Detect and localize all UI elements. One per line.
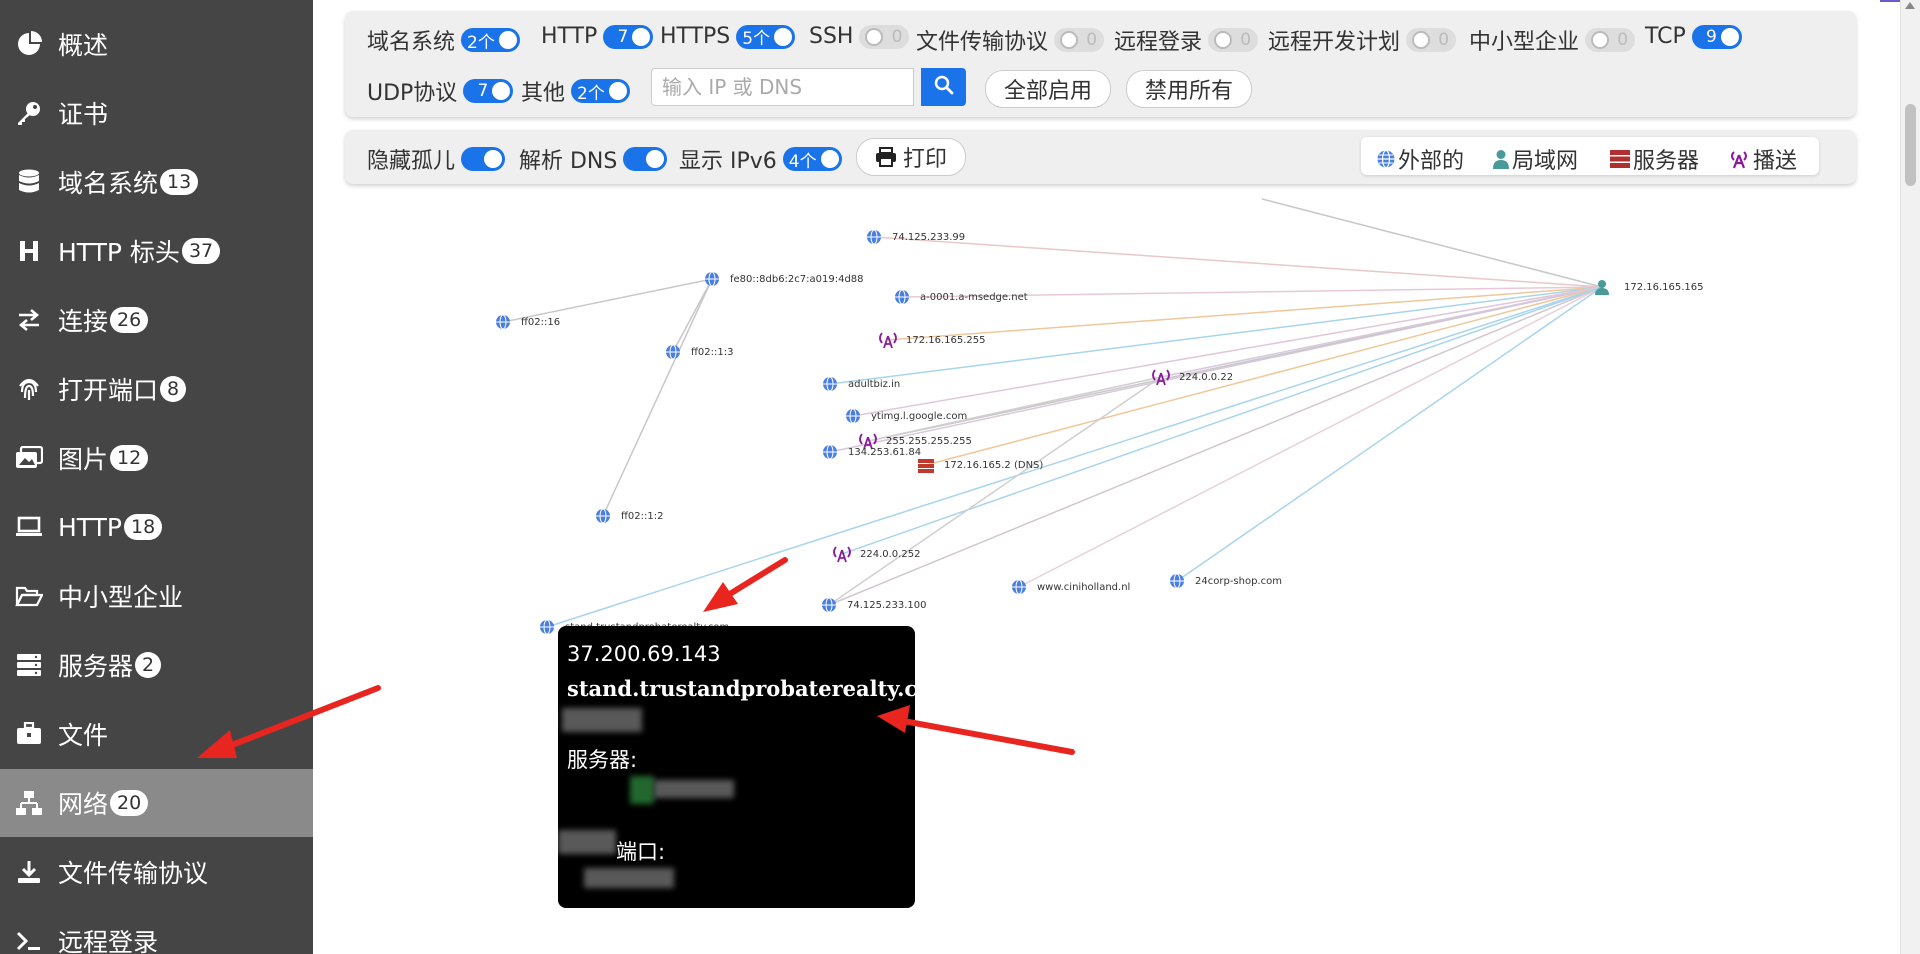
redacted-block (558, 830, 616, 854)
graph-node[interactable]: fe80::8db6:2c7:a019:4d88 (705, 271, 864, 287)
graph-edge (925, 286, 1603, 466)
globe-icon (895, 289, 909, 305)
server-icon (918, 459, 934, 473)
globe-icon (1170, 573, 1184, 589)
graph-edge (867, 376, 1162, 442)
node-label: 74.125.233.99 (892, 232, 965, 243)
redacted-block (630, 776, 654, 804)
node-label: a-0001.a-msedge.net (920, 292, 1028, 303)
tooltip-port-label: 端口: (616, 840, 666, 864)
graph-edge (1018, 286, 1603, 588)
globe-icon (705, 271, 719, 287)
node-label: 172.16.165.2 (DNS) (944, 460, 1043, 471)
graph-edge (873, 236, 1603, 288)
scroll-thumb[interactable] (1905, 104, 1916, 186)
graph-node[interactable]: 134.253.61.84 (823, 444, 921, 460)
broadcast-icon (879, 332, 897, 349)
node-label: ff02::16 (521, 317, 560, 328)
node-label: ff02::1:3 (691, 347, 733, 358)
globe-icon (846, 408, 860, 424)
graph-edge (602, 278, 713, 517)
graph-node[interactable]: ff02::16 (496, 314, 560, 330)
tooltip-server-label: 服务器: (567, 748, 638, 772)
graph-node[interactable]: ff02::1:2 (596, 508, 663, 524)
graph-edge (546, 286, 1603, 628)
node-label: 255.255.255.255 (886, 436, 972, 447)
node-label: 172.16.165.165 (1624, 282, 1704, 293)
graph-node[interactable]: ytimg.l.google.com (846, 408, 967, 424)
node-label: 74.125.233.100 (847, 600, 927, 611)
redacted-block (584, 868, 674, 888)
node-label: 172.16.165.255 (906, 335, 986, 346)
node-label: fe80::8db6:2c7:a019:4d88 (730, 274, 864, 285)
globe-icon (540, 619, 554, 635)
scrollbar[interactable] (1900, 0, 1920, 954)
globe-icon (823, 376, 837, 392)
graph-edge (502, 278, 713, 323)
graph-node[interactable]: 172.16.165.2 (DNS) (918, 459, 1043, 473)
globe-icon (822, 597, 836, 613)
graph-node[interactable]: 224.0.0.22 (1152, 369, 1233, 386)
tooltip-host: stand.trustandprobaterealty.com (567, 676, 915, 701)
node-label: adultbiz.in (848, 379, 900, 390)
graph-node[interactable]: ff02::1:3 (666, 344, 733, 360)
node-label: 224.0.0.22 (1179, 372, 1233, 383)
graph-node[interactable]: 224.0.0.252 (833, 546, 920, 563)
globe-icon (596, 508, 610, 524)
node-label: www.ciniholland.nl (1037, 582, 1130, 593)
globe-icon (1012, 579, 1026, 595)
redacted-block (654, 780, 734, 798)
node-label: 24corp-shop.com (1195, 576, 1282, 587)
node-label: 224.0.0.252 (860, 549, 920, 560)
graph-node[interactable]: 24corp-shop.com (1170, 573, 1282, 589)
scroll-up-arrow[interactable] (1905, 2, 1915, 9)
node-label: 134.253.61.84 (848, 447, 921, 458)
graph-node[interactable]: adultbiz.in (823, 376, 900, 392)
graph-node[interactable]: 74.125.233.100 (822, 597, 927, 613)
graph-node[interactable]: 172.16.165.255 (879, 332, 986, 349)
globe-icon (496, 314, 510, 330)
globe-icon (666, 344, 680, 360)
broadcast-icon (833, 546, 851, 563)
globe-icon (823, 444, 837, 460)
node-tooltip: 37.200.69.143 stand.trustandprobaterealt… (558, 626, 915, 908)
graph-node[interactable]: 172.16.165.165 (1595, 280, 1704, 295)
globe-icon (867, 229, 881, 245)
node-label: ytimg.l.google.com (871, 411, 967, 422)
network-graph[interactable]: 172.16.165.165 74.125.233.99fe80::8db6:2c… (0, 0, 1900, 954)
node-label: ff02::1:2 (621, 511, 663, 522)
redacted-block (562, 708, 642, 732)
graph-edge (1261, 198, 1603, 288)
graph-edge (852, 286, 1603, 417)
tooltip-ip: 37.200.69.143 (567, 642, 721, 666)
